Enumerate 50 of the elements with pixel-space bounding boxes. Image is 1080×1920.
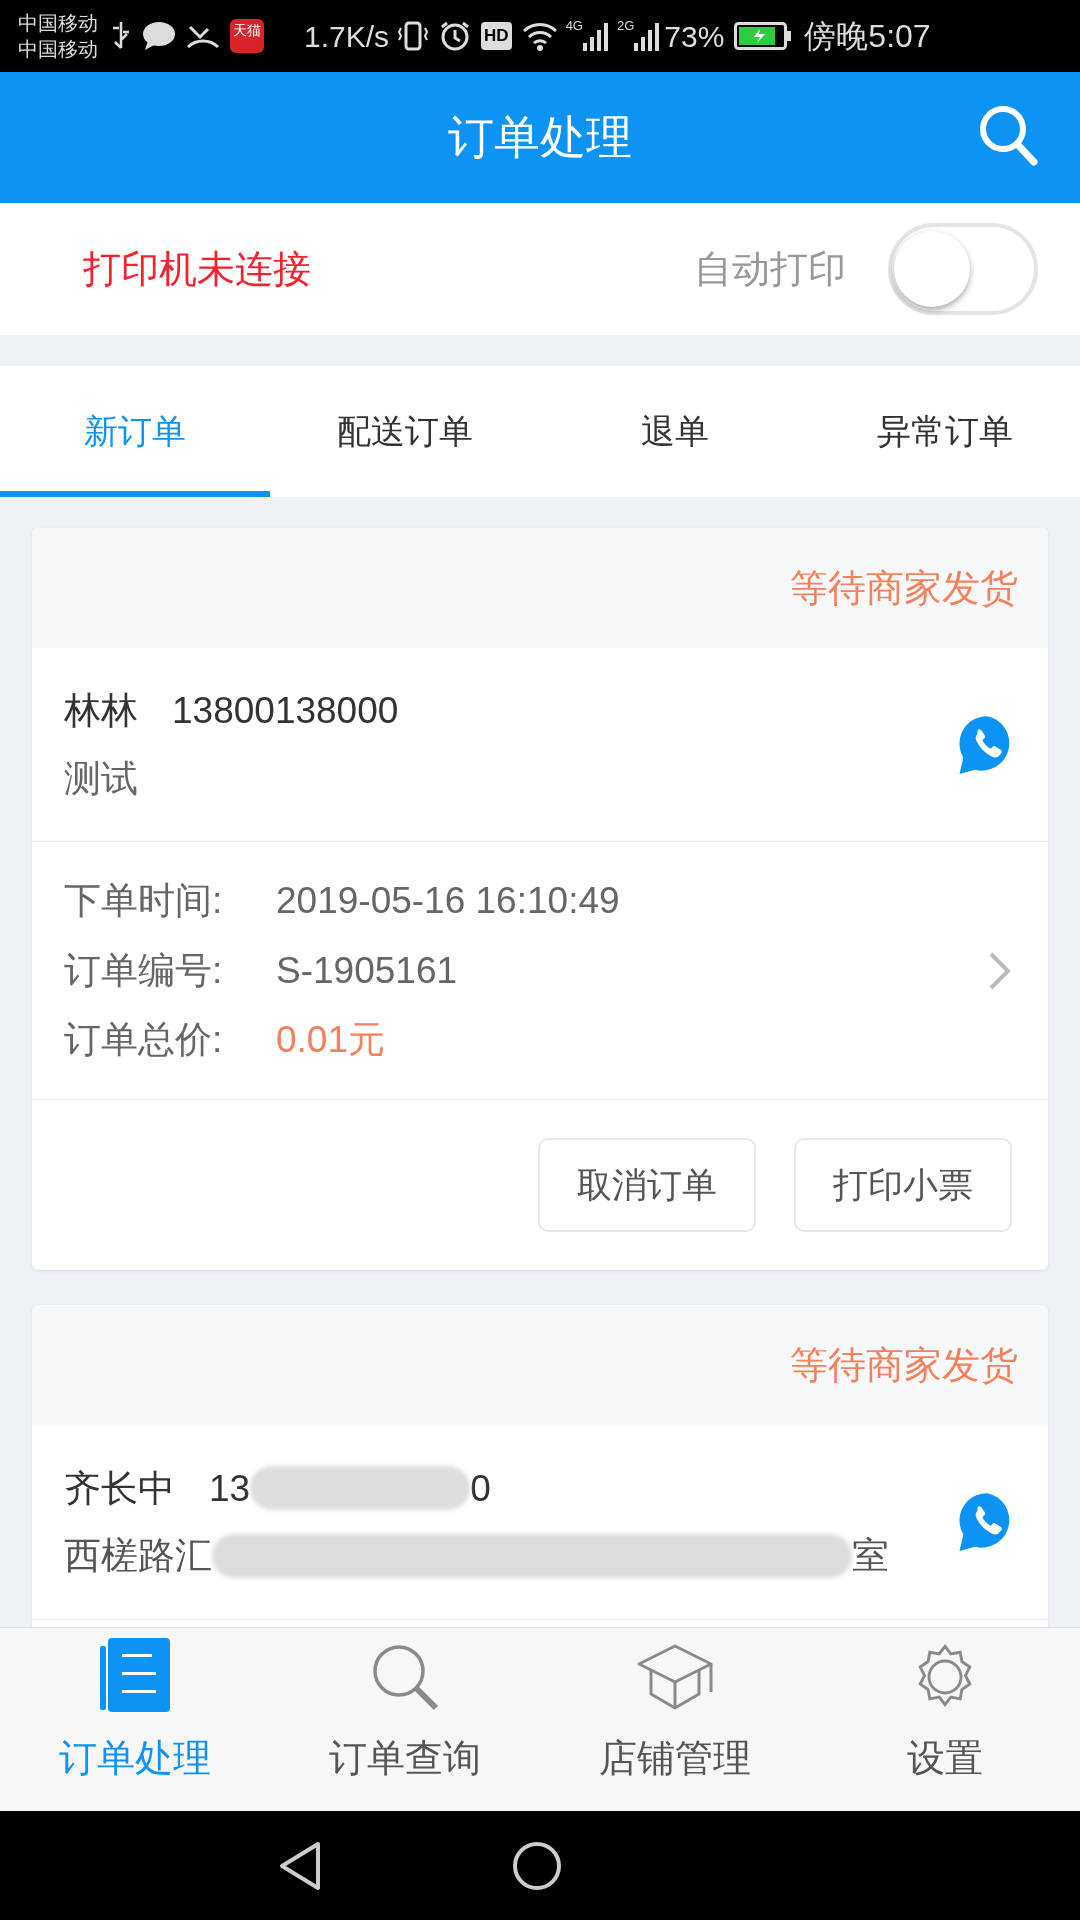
chat-bubble-icon	[142, 21, 176, 51]
network-type: 2G	[616, 17, 635, 35]
alarm-icon	[439, 20, 472, 52]
search-icon[interactable]	[978, 104, 1038, 166]
order-status: 等待商家发货	[790, 565, 1018, 611]
field-label: 订单编号:	[64, 948, 224, 993]
nav-item[interactable]: 设置	[810, 1628, 1080, 1811]
order-tab[interactable]: 退单	[540, 366, 810, 497]
app-badge-icon: 天猫	[230, 19, 264, 53]
document-list-icon	[100, 1638, 170, 1712]
chevron-right-icon[interactable]	[988, 950, 1012, 991]
customer-phone: 13800138000	[172, 689, 399, 733]
battery-percent: 73%	[664, 18, 725, 55]
signal-icon	[634, 21, 661, 51]
back-icon[interactable]	[278, 1839, 322, 1892]
wifi-icon	[521, 21, 558, 51]
home-icon[interactable]	[512, 1840, 562, 1891]
order-action-button[interactable]: 打印小票	[794, 1138, 1012, 1232]
carrier-name: 中国移动	[18, 37, 98, 62]
auto-print-label: 自动打印	[694, 246, 846, 292]
network-speed: 1.7K/s	[304, 18, 390, 55]
signal-icon	[582, 21, 609, 51]
vibrate-icon	[397, 20, 430, 52]
field-value: 0.01元	[276, 1018, 385, 1063]
customer-phone: 13	[209, 1466, 251, 1511]
nav-item[interactable]: 订单查询	[270, 1628, 540, 1811]
order-tab[interactable]: 异常订单	[810, 366, 1080, 497]
order-tab[interactable]: 配送订单	[270, 366, 540, 497]
network-type: 4G	[565, 17, 583, 35]
carrier-name: 中国移动	[18, 11, 98, 36]
search-icon	[370, 1642, 440, 1712]
field-label: 订单总价:	[64, 1018, 224, 1063]
order-status: 等待商家发货	[790, 1342, 1018, 1388]
customer-address: 西槎路汇	[64, 1534, 212, 1578]
printer-status: 打印机未连接	[83, 246, 311, 292]
customer-name: 齐长中	[64, 1466, 175, 1511]
nav-item[interactable]: 店铺管理	[540, 1628, 810, 1811]
order-action-button[interactable]: 取消订单	[538, 1138, 756, 1232]
app-bar-title: 订单处理	[448, 110, 632, 165]
customer-phone: 0	[470, 1466, 491, 1511]
customer-address: 室	[852, 1534, 889, 1578]
field-value: S-1905161	[276, 948, 458, 993]
field-value: 2019-05-16 16:10:49	[276, 879, 620, 924]
customer-name: 林林	[64, 689, 138, 733]
hd-icon: HD	[481, 22, 512, 50]
field-label: 下单时间:	[64, 879, 224, 924]
clock: 傍晚5:07	[804, 17, 931, 56]
battery-icon	[734, 22, 793, 50]
order-note: 测试	[64, 756, 139, 801]
graduation-cap-icon	[635, 1642, 715, 1712]
